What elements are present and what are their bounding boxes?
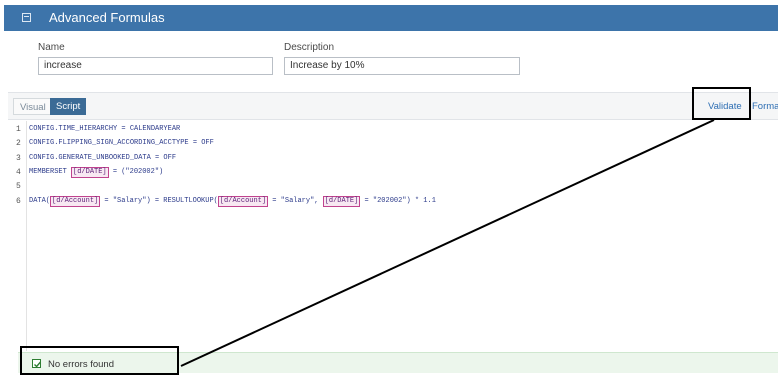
callout-connector-line (180, 119, 715, 367)
